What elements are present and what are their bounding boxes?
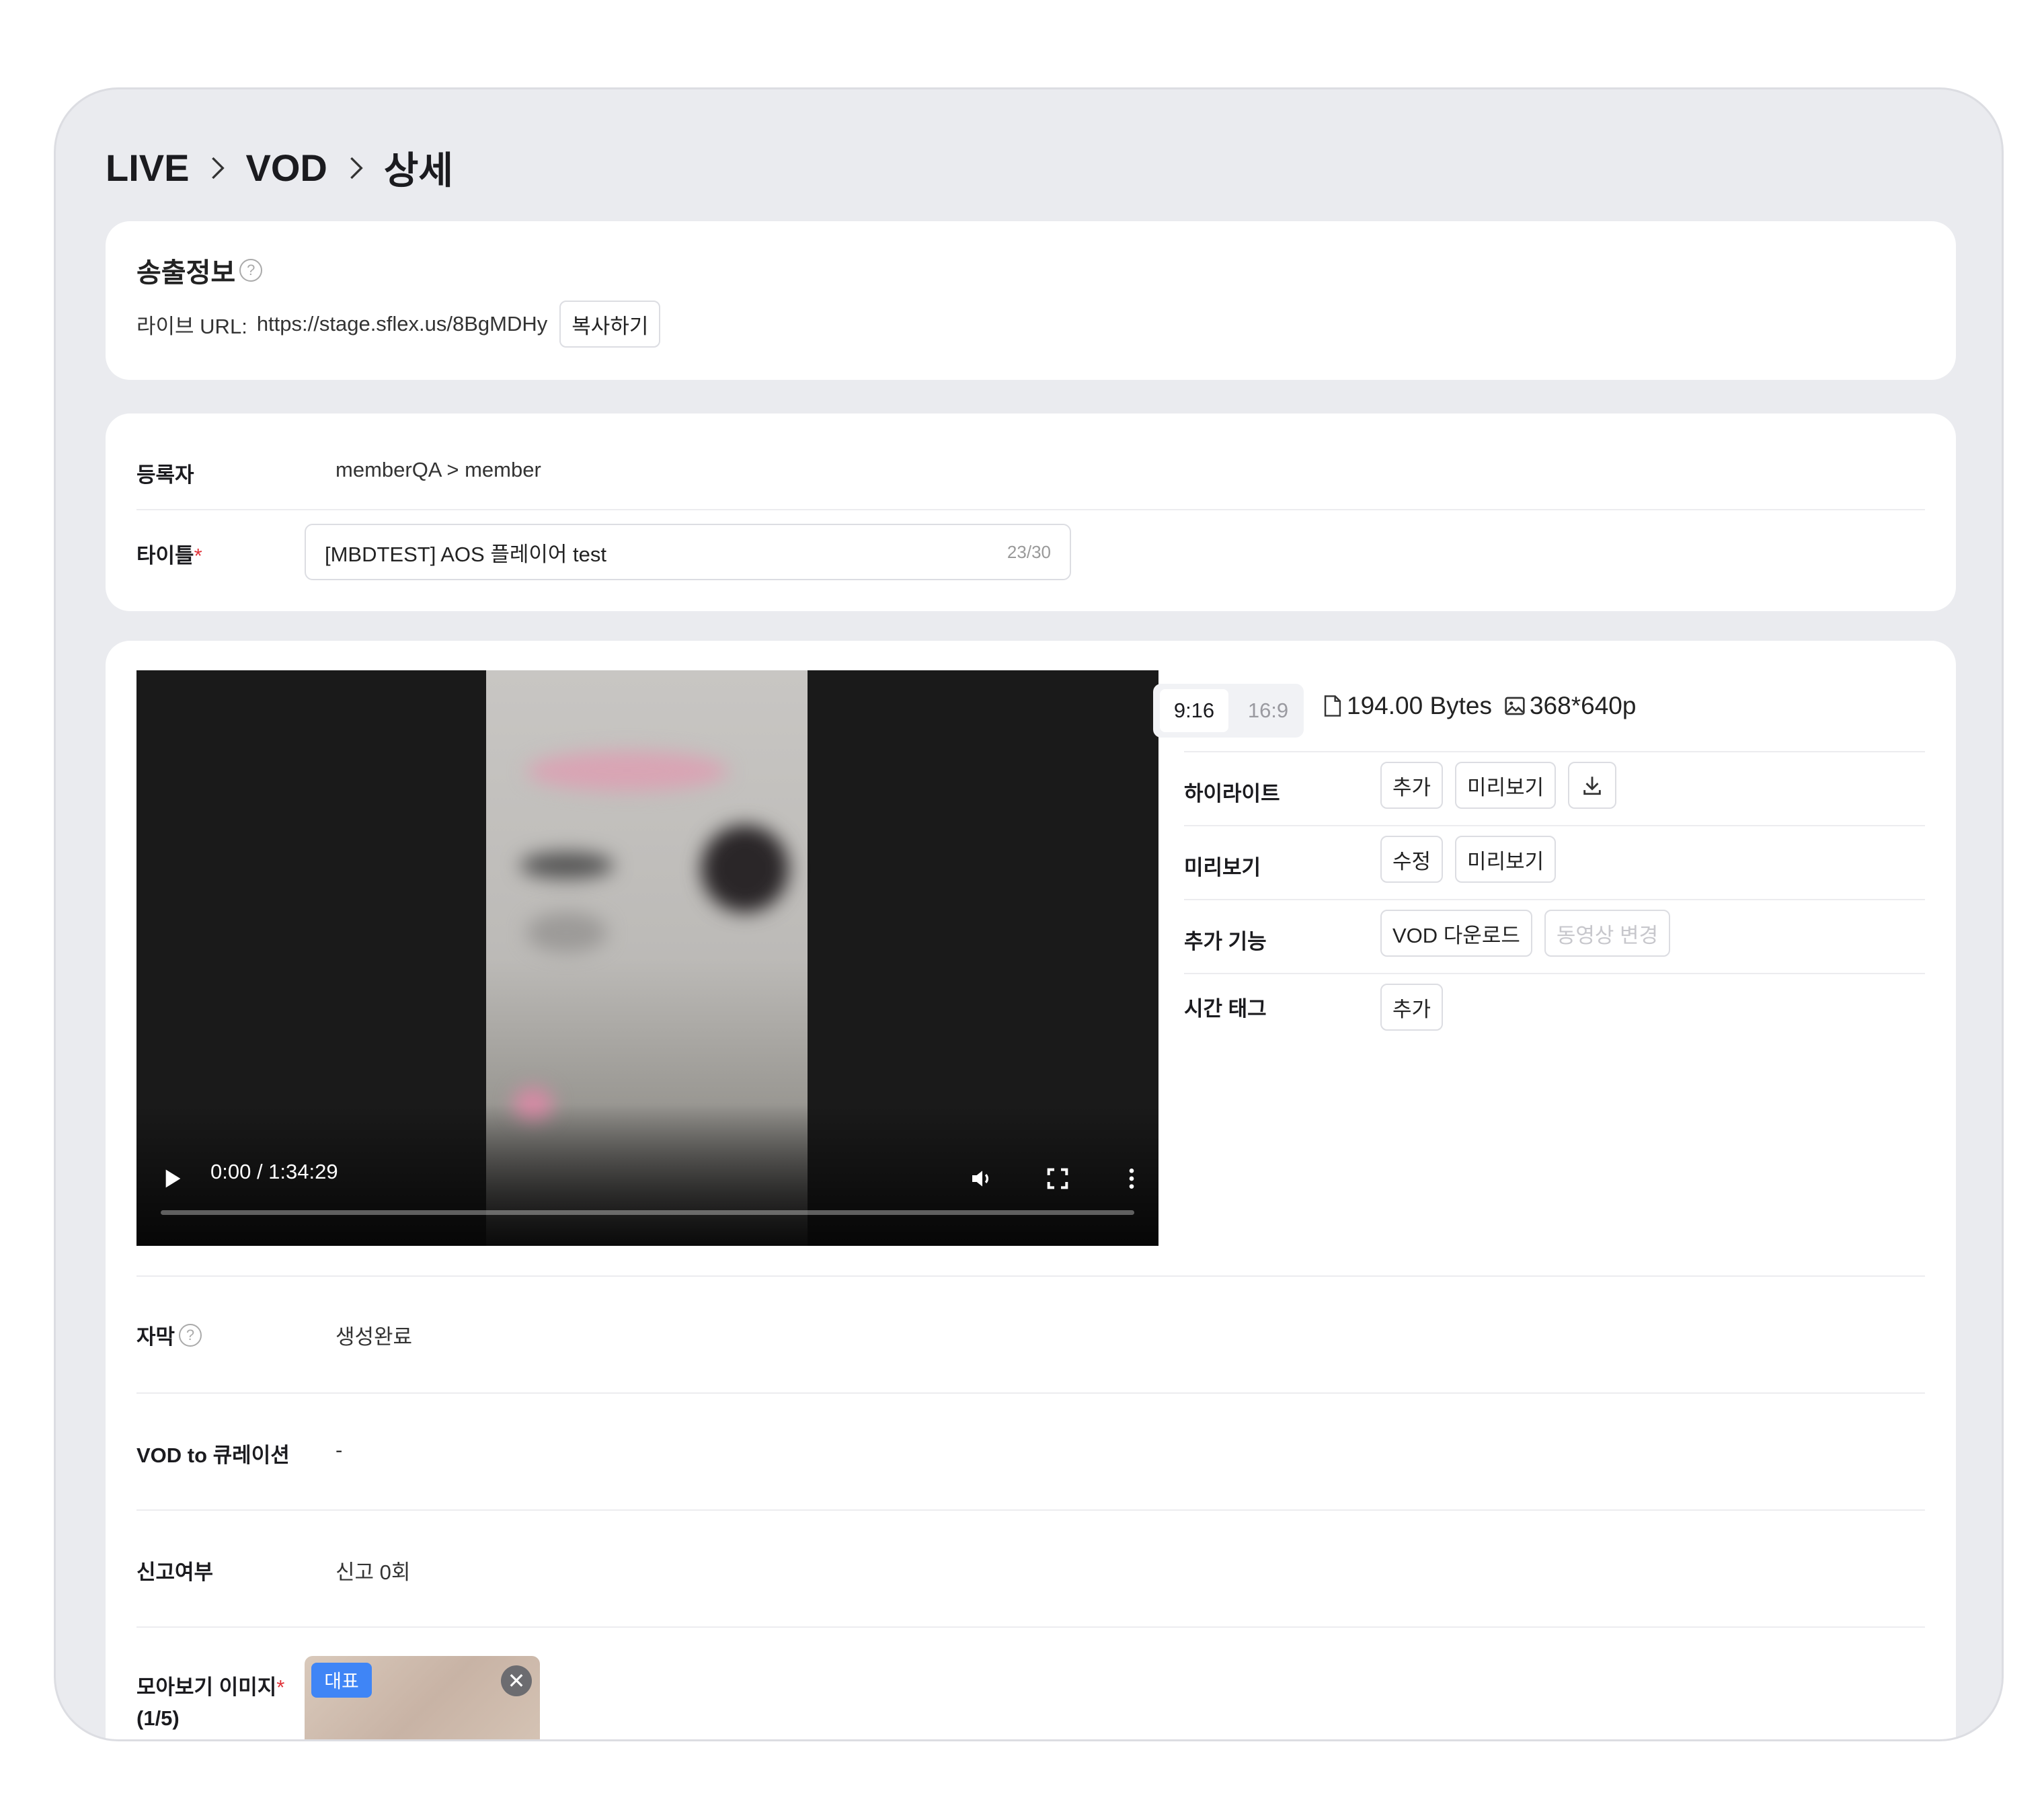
broadcast-info-title: 송출정보 ? <box>136 251 263 290</box>
video-resolution: 368*640p <box>1529 692 1637 719</box>
report-label: 신고여부 <box>136 1560 214 1584</box>
live-url-label: 라이브 URL: <box>136 314 247 338</box>
video-blur-shape <box>701 825 789 912</box>
breadcrumb-vod[interactable]: VOD <box>245 146 327 190</box>
title-input[interactable]: [MBDTEST] AOS 플레이어 test 23/30 <box>305 524 1071 580</box>
play-icon[interactable] <box>158 1165 185 1192</box>
preview-edit-button[interactable]: 수정 <box>1380 836 1444 883</box>
curation-value: - <box>336 1438 343 1462</box>
gallery-label: 모아보기 이미지* (1/5) <box>136 1675 285 1730</box>
subtitle-label: 자막? <box>136 1320 202 1350</box>
video-time: 0:00 / 1:34:29 <box>210 1160 338 1183</box>
representative-badge: 대표 <box>311 1663 372 1698</box>
extra-features-label: 추가 기능 <box>1184 930 1267 953</box>
highlight-label: 하이라이트 <box>1184 782 1280 805</box>
help-icon[interactable]: ? <box>179 1323 202 1347</box>
required-mark: * <box>194 544 202 567</box>
more-vertical-icon[interactable] <box>1118 1165 1145 1192</box>
page-frame: LIVE VOD 상세 송출정보 ? 라이브 URL: https://stag… <box>54 87 2004 1741</box>
file-size: 194.00 Bytes <box>1347 692 1492 719</box>
preview-preview-button[interactable]: 미리보기 <box>1455 836 1557 883</box>
divider <box>1184 973 1925 974</box>
divider <box>1184 751 1925 752</box>
time-tag-actions: 추가 <box>1380 984 1444 1031</box>
divider <box>136 1509 1925 1511</box>
help-icon[interactable]: ? <box>239 259 263 282</box>
report-value: 신고 0회 <box>336 1560 411 1584</box>
gallery-count: (1/5) <box>136 1706 180 1730</box>
required-mark: * <box>276 1675 285 1699</box>
remove-image-button[interactable]: ✕ <box>501 1665 532 1696</box>
ratio-16-9-option[interactable]: 16:9 <box>1238 689 1298 732</box>
copy-button[interactable]: 복사하기 <box>559 301 661 348</box>
chevron-right-icon <box>350 157 363 179</box>
divider <box>136 1626 1925 1628</box>
registrant-label: 등록자 <box>136 463 194 487</box>
video-blur-shape <box>520 852 614 879</box>
gallery-thumbnail[interactable]: 대표 ✕ <box>305 1656 540 1739</box>
breadcrumb: LIVE VOD 상세 <box>106 141 453 195</box>
download-icon <box>1583 777 1601 795</box>
subtitle-value: 생성완료 <box>336 1325 413 1349</box>
registrant-value: memberQA > member <box>336 458 541 481</box>
live-url-row: 라이브 URL: https://stage.sflex.us/8BgMDHy … <box>136 301 661 348</box>
vod-detail-card: 0:00 / 1:34:29 9:16 16:9 194.00 Bytes 36… <box>106 641 1956 1739</box>
image-icon <box>1505 697 1525 715</box>
chevron-right-icon <box>212 157 225 179</box>
broadcast-info-card: 송출정보 ? 라이브 URL: https://stage.sflex.us/8… <box>106 221 1956 380</box>
time-tag-label: 시간 태그 <box>1184 997 1267 1021</box>
fullscreen-icon[interactable] <box>1044 1165 1071 1192</box>
divider <box>136 1392 1925 1394</box>
ratio-9-16-option[interactable]: 9:16 <box>1160 689 1228 732</box>
highlight-actions: 추가 미리보기 <box>1380 762 1617 809</box>
download-button[interactable] <box>1568 762 1617 809</box>
title-label: 타이틀* <box>136 544 202 567</box>
aspect-ratio-toggle: 9:16 16:9 <box>1153 684 1304 738</box>
vod-download-button[interactable]: VOD 다운로드 <box>1380 910 1532 957</box>
highlight-preview-button[interactable]: 미리보기 <box>1455 762 1557 809</box>
video-blur-shape <box>526 912 607 953</box>
live-url-value: https://stage.sflex.us/8BgMDHy <box>256 312 548 335</box>
title-input-value: [MBDTEST] AOS 플레이어 test <box>325 542 606 566</box>
divider <box>136 509 1925 510</box>
time-tag-add-button[interactable]: 추가 <box>1380 984 1444 1031</box>
divider <box>1184 825 1925 826</box>
preview-actions: 수정 미리보기 <box>1380 836 1557 883</box>
video-blur-shape <box>526 751 728 791</box>
extra-features-actions: VOD 다운로드 동영상 변경 <box>1380 910 1671 957</box>
breadcrumb-live[interactable]: LIVE <box>106 146 189 190</box>
file-icon <box>1324 695 1341 717</box>
video-player[interactable]: 0:00 / 1:34:29 <box>136 670 1158 1246</box>
video-progress-bar[interactable] <box>161 1210 1134 1215</box>
breadcrumb-detail: 상세 <box>383 149 453 192</box>
change-video-button: 동영상 변경 <box>1544 910 1671 957</box>
basic-info-card: 등록자 memberQA > member 타이틀* [MBDTEST] AOS… <box>106 413 1956 611</box>
file-info: 194.00 Bytes 368*640p <box>1323 692 1636 720</box>
preview-label: 미리보기 <box>1184 856 1261 879</box>
curation-label: VOD to 큐레이션 <box>136 1444 290 1467</box>
divider <box>1184 899 1925 900</box>
title-char-counter: 23/30 <box>1007 541 1051 562</box>
highlight-add-button[interactable]: 추가 <box>1380 762 1444 809</box>
divider <box>136 1275 1925 1277</box>
volume-icon[interactable] <box>969 1165 996 1192</box>
